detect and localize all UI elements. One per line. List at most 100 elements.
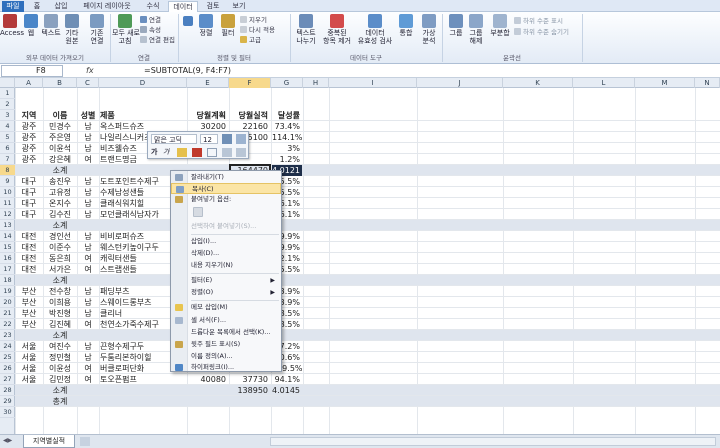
cell[interactable]: 고유정 (44, 187, 76, 198)
cell[interactable]: 37730 (230, 374, 270, 385)
cell[interactable]: 광주 (16, 143, 42, 154)
cell[interactable]: 소계 (44, 275, 76, 286)
menu-filter[interactable]: 필터(E) ▶ (171, 275, 281, 286)
web-button[interactable]: 웹 (22, 14, 40, 37)
cell[interactable]: 남 (78, 242, 98, 253)
cell[interactable]: 114.1% (272, 132, 302, 143)
cell[interactable]: 여 (78, 374, 98, 385)
cell[interactable]: 대구 (16, 176, 42, 187)
column-header[interactable]: L (573, 78, 635, 88)
cell[interactable]: 여 (78, 264, 98, 275)
cell[interactable]: 지역 (16, 110, 42, 121)
cell[interactable]: 이윤성 (44, 363, 76, 374)
cell[interactable]: 남 (78, 187, 98, 198)
cell[interactable]: 당월계획 (188, 110, 228, 121)
cell[interactable]: 광주 (16, 154, 42, 165)
edit-links-button[interactable]: 연결 편집 (140, 36, 175, 44)
row-header[interactable]: 5 (0, 132, 15, 143)
consolidate-button[interactable]: 통합 (396, 14, 416, 37)
filter-button[interactable]: 필터 (218, 14, 238, 37)
cell[interactable]: 1.2% (272, 154, 302, 165)
cell[interactable]: 민경수 (44, 121, 76, 132)
formula-input[interactable]: =SUBTOTAL(9, F4:F7) (144, 65, 231, 77)
group-button[interactable]: 그룹 (446, 14, 466, 37)
cell[interactable]: 3% (272, 143, 302, 154)
cell[interactable]: 온지수 (44, 198, 76, 209)
row-header[interactable]: 12 (0, 209, 15, 220)
existing-connections-button[interactable]: 기존 연결 (86, 14, 108, 45)
row-header[interactable]: 28 (0, 385, 15, 396)
fill-color-icon[interactable] (177, 148, 187, 157)
cell[interactable]: 부산 (16, 319, 42, 330)
column-header[interactable]: I (329, 78, 417, 88)
text-button[interactable]: 텍스트 (40, 14, 62, 37)
cell[interactable]: 이윤석 (44, 143, 76, 154)
cell[interactable]: 94.1% (272, 374, 302, 385)
menu-insert-comment[interactable]: 메모 삽입(M) (171, 302, 281, 313)
cell[interactable]: 김진혜 (44, 319, 76, 330)
tab-formulas[interactable]: 수식 (142, 1, 164, 12)
cell[interactable]: 대전 (16, 253, 42, 264)
menu-paste-option-button[interactable] (171, 205, 281, 218)
ungroup-button[interactable]: 그룹 해제 (466, 14, 486, 45)
cell[interactable] (16, 330, 42, 341)
worksheet-grid[interactable]: 지역 이름 성별 제품 당월계획 당월실적 달성률 광주 민경수 남 옥스퍼드슈즈 30200 2216… (15, 88, 720, 434)
cell[interactable]: 이희용 (44, 297, 76, 308)
menu-show-phonetic[interactable]: 윗주 필드 표시(S) (171, 339, 281, 350)
cell[interactable]: 총계 (44, 396, 76, 407)
row-header[interactable]: 6 (0, 143, 15, 154)
row-header[interactable]: 10 (0, 187, 15, 198)
cell[interactable]: 남 (78, 352, 98, 363)
cell[interactable]: 달성률 (272, 110, 302, 121)
column-header[interactable]: M (635, 78, 695, 88)
row-header-selected[interactable]: 8 (0, 165, 15, 176)
cell[interactable]: 남 (78, 121, 98, 132)
refresh-all-button[interactable]: 모두 새로 고침 (112, 14, 140, 45)
menu-delete[interactable]: 삭제(D)... (171, 248, 281, 259)
cell[interactable]: 이준수 (44, 242, 76, 253)
cell[interactable]: 남 (78, 341, 98, 352)
decimal-icon[interactable] (222, 148, 232, 157)
cell[interactable]: 남 (78, 209, 98, 220)
tab-data[interactable]: 데이터 (168, 1, 198, 12)
subtotal-button[interactable]: 부분합 (488, 14, 512, 37)
cell[interactable]: 서가은 (44, 264, 76, 275)
cell[interactable]: 서울 (16, 374, 42, 385)
cell[interactable]: 여 (78, 363, 98, 374)
connections-button[interactable]: 연결 (140, 16, 161, 24)
cell[interactable]: 소계 (44, 330, 76, 341)
cell[interactable]: 소계 (44, 385, 76, 396)
remove-duplicates-button[interactable]: 중복된 항목 제거 (320, 14, 354, 45)
cell[interactable]: 73.4% (272, 121, 302, 132)
cell[interactable]: 당월실적 (230, 110, 270, 121)
cell[interactable]: 남 (78, 143, 98, 154)
row-header[interactable]: 27 (0, 374, 15, 385)
cell[interactable]: 4.0145 (272, 385, 302, 396)
clear-button[interactable]: 지우기 (240, 16, 267, 24)
cell[interactable] (100, 396, 186, 407)
column-header[interactable]: N (695, 78, 720, 88)
row-header[interactable]: 17 (0, 264, 15, 275)
format-painter-icon[interactable] (236, 148, 246, 157)
access-button[interactable]: Access (0, 14, 24, 37)
show-detail-button[interactable]: 하위 수준 표시 (514, 17, 563, 25)
menu-hyperlink[interactable]: 하이퍼링크(I)... (171, 362, 281, 372)
sort-button[interactable]: 정렬 (196, 14, 216, 37)
row-header[interactable]: 9 (0, 176, 15, 187)
bold-button[interactable]: 가 (151, 147, 157, 157)
sheet-tab-active[interactable]: 지역별실적 (23, 435, 75, 448)
insert-function-icon[interactable]: fx (86, 66, 94, 75)
sort-az-button[interactable] (182, 16, 194, 27)
row-header[interactable]: 22 (0, 319, 15, 330)
cell[interactable]: 이름 (44, 110, 76, 121)
cell[interactable]: 소계 (44, 165, 76, 176)
cell[interactable]: 박진형 (44, 308, 76, 319)
row-header[interactable]: 13 (0, 220, 15, 231)
row-header[interactable]: 24 (0, 341, 15, 352)
cell[interactable]: 부산 (16, 297, 42, 308)
font-name-box[interactable]: 맑은 고딕 (151, 134, 197, 144)
reapply-button[interactable]: 다시 적용 (240, 26, 275, 34)
row-header[interactable]: 26 (0, 363, 15, 374)
cell[interactable]: 제품 (100, 110, 186, 121)
menu-pick-from-list[interactable]: 드롭다운 목록에서 선택(K)... (171, 327, 281, 338)
